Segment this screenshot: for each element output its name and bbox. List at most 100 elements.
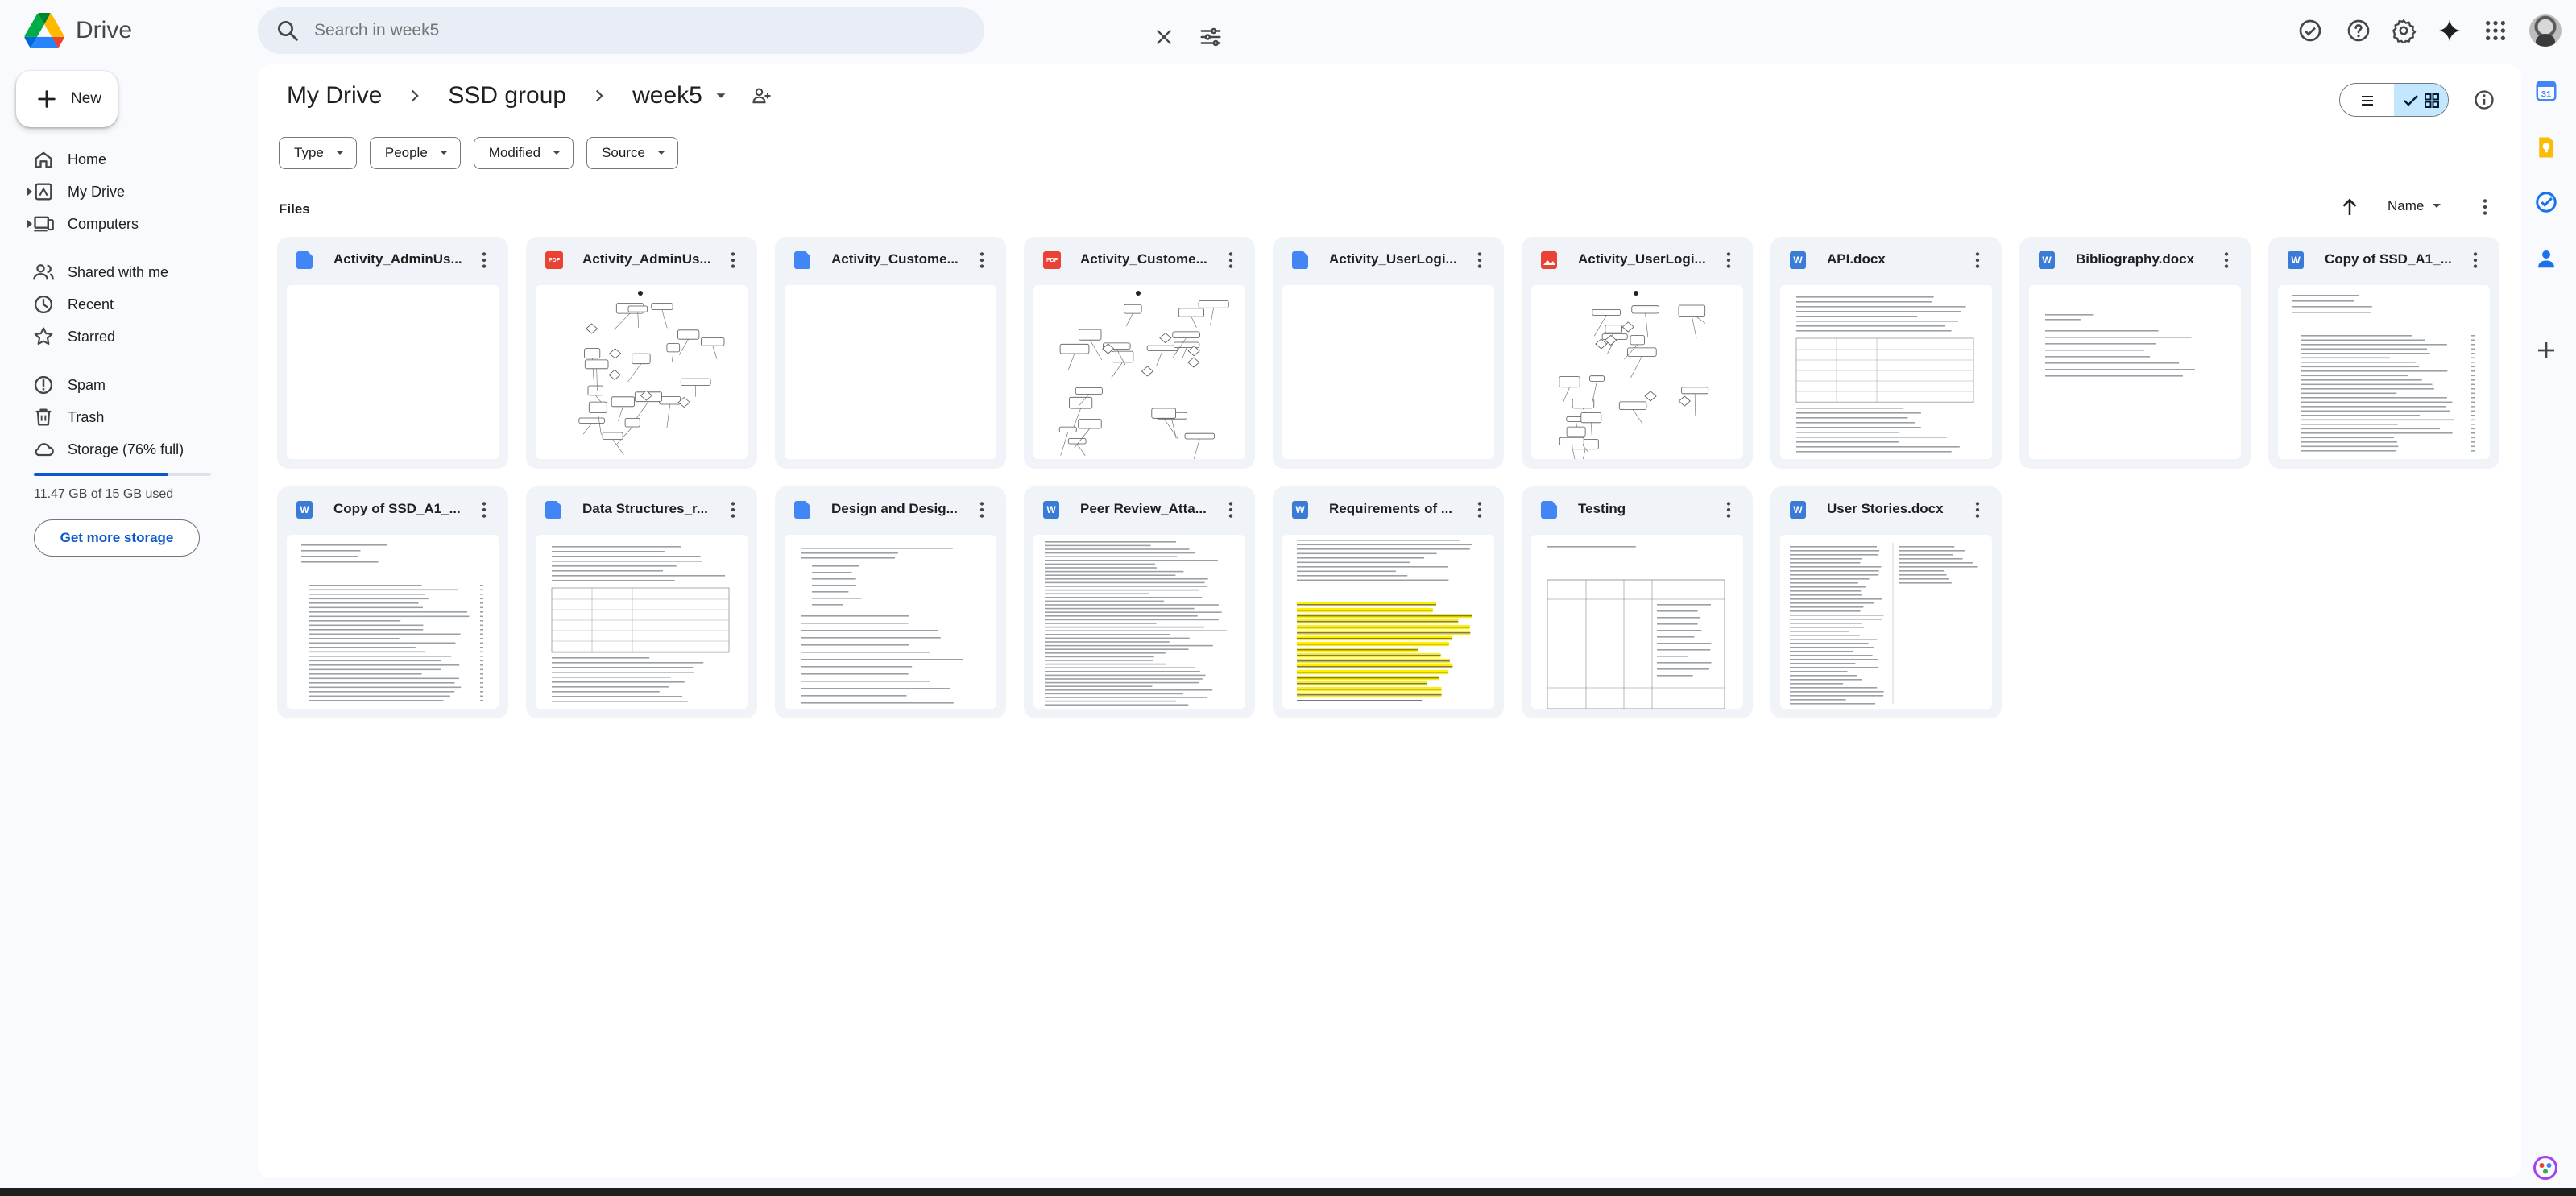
- add-addon-icon[interactable]: [2534, 338, 2558, 362]
- file-thumbnail[interactable]: [1531, 285, 1743, 459]
- more-vertical-icon[interactable]: [1469, 499, 1490, 520]
- file-card[interactable]: W API.docx: [1770, 237, 2002, 469]
- file-thumbnail[interactable]: [287, 285, 499, 459]
- new-button[interactable]: New: [16, 71, 118, 127]
- apps-grid-icon[interactable]: [2483, 18, 2508, 43]
- more-vertical-icon[interactable]: [971, 499, 992, 520]
- drive-logo[interactable]: Drive: [24, 13, 132, 48]
- settings-icon[interactable]: [2391, 18, 2417, 43]
- filter-modified[interactable]: Modified: [473, 137, 574, 169]
- file-card[interactable]: W User Stories.docx: [1770, 486, 2002, 718]
- keep-icon[interactable]: [2534, 135, 2558, 159]
- sidebar-item-trash[interactable]: Trash: [0, 401, 250, 433]
- file-thumbnail[interactable]: [536, 535, 748, 709]
- breadcrumb-ssd-group[interactable]: SSD group: [440, 82, 574, 110]
- more-vertical-icon[interactable]: [1220, 499, 1241, 520]
- help-icon[interactable]: [2346, 18, 2371, 43]
- more-vertical-icon[interactable]: [723, 499, 743, 520]
- more-vertical-icon[interactable]: [474, 499, 495, 520]
- file-card[interactable]: PDF Activity_AdminUs...: [526, 237, 757, 469]
- search-bar[interactable]: [258, 7, 1221, 54]
- sidebar-item-computers[interactable]: Computers: [0, 208, 250, 240]
- share-folder-icon[interactable]: [751, 85, 773, 107]
- sidebar-item-shared-with-me[interactable]: Shared with me: [0, 256, 250, 288]
- word-file-icon: W: [1790, 251, 1806, 269]
- file-card[interactable]: PDF Activity_Custome...: [1024, 237, 1255, 469]
- info-icon[interactable]: [2473, 89, 2495, 111]
- breadcrumb-week5[interactable]: week5: [624, 82, 710, 110]
- offline-status-icon[interactable]: [2297, 18, 2323, 43]
- file-card[interactable]: W Peer Review_Atta...: [1024, 486, 1255, 718]
- file-card-header: Activity_AdminUs...: [277, 237, 508, 283]
- file-card[interactable]: Testing: [1522, 486, 1753, 718]
- sort-by-button[interactable]: Name: [2388, 198, 2441, 214]
- file-thumbnail[interactable]: [1282, 535, 1494, 709]
- sidebar-item-my-drive[interactable]: My Drive: [0, 176, 250, 208]
- file-card[interactable]: W Bibliography.docx: [2019, 237, 2251, 469]
- filter-type[interactable]: Type: [279, 137, 357, 169]
- file-thumbnail[interactable]: [1282, 285, 1494, 459]
- view-toggle[interactable]: [2339, 83, 2449, 117]
- file-card[interactable]: Design and Desig...: [775, 486, 1006, 718]
- filter-people[interactable]: People: [369, 137, 461, 169]
- ai-assistant-icon[interactable]: [2531, 1153, 2560, 1182]
- file-card[interactable]: Activity_UserLogi...: [1522, 237, 1753, 469]
- more-vertical-icon[interactable]: [1967, 499, 1988, 520]
- file-preview: [2045, 314, 2195, 377]
- files-section-title: Files: [279, 201, 310, 217]
- search-icon[interactable]: [275, 19, 300, 43]
- file-thumbnail[interactable]: [1780, 285, 1992, 459]
- more-vertical-icon[interactable]: [2216, 250, 2237, 271]
- more-vertical-icon[interactable]: [971, 250, 992, 271]
- file-thumbnail[interactable]: [1531, 535, 1743, 709]
- file-card[interactable]: W Copy of SSD_A1_...: [2268, 237, 2499, 469]
- search-options-icon[interactable]: [1199, 25, 1223, 49]
- file-card[interactable]: W Requirements of ...: [1273, 486, 1504, 718]
- sidebar-item-starred[interactable]: Starred: [0, 321, 250, 353]
- more-vertical-icon[interactable]: [1469, 250, 1490, 271]
- more-vertical-icon[interactable]: [1718, 499, 1739, 520]
- gemini-icon[interactable]: [2437, 18, 2462, 43]
- sidebar-item-recent[interactable]: Recent: [0, 288, 250, 321]
- sidebar-item-spam[interactable]: Spam: [0, 369, 250, 401]
- drive-logo-icon: [24, 13, 64, 48]
- word-file-icon: W: [1790, 501, 1806, 519]
- file-thumbnail[interactable]: [785, 285, 996, 459]
- sidebar-item-home[interactable]: Home: [0, 143, 250, 176]
- file-thumbnail[interactable]: [287, 535, 499, 709]
- pdf-file-icon: PDF: [1043, 251, 1061, 269]
- tasks-icon[interactable]: [2534, 190, 2558, 214]
- contacts-icon[interactable]: [2534, 246, 2558, 271]
- more-vertical-icon[interactable]: [1967, 250, 1988, 271]
- file-card[interactable]: Activity_AdminUs...: [277, 237, 508, 469]
- file-card[interactable]: W Copy of SSD_A1_...: [277, 486, 508, 718]
- more-vertical-icon[interactable]: [723, 250, 743, 271]
- close-icon[interactable]: [1153, 27, 1174, 48]
- more-vertical-icon[interactable]: [474, 250, 495, 271]
- calendar-icon[interactable]: 31: [2534, 79, 2558, 103]
- file-thumbnail[interactable]: [2029, 285, 2241, 459]
- folder-menu-caret-icon[interactable]: [712, 87, 730, 105]
- file-thumbnail[interactable]: [1033, 285, 1245, 459]
- grid-view-button[interactable]: [2394, 84, 2448, 116]
- more-vertical-icon[interactable]: [1718, 250, 1739, 271]
- account-avatar[interactable]: [2529, 14, 2562, 47]
- search-input[interactable]: [314, 18, 878, 43]
- more-vertical-icon[interactable]: [2475, 197, 2495, 217]
- file-thumbnail[interactable]: [1033, 535, 1245, 709]
- get-more-storage-button[interactable]: Get more storage: [34, 519, 200, 557]
- file-thumbnail[interactable]: [1780, 535, 1992, 709]
- breadcrumb-my-drive[interactable]: My Drive: [279, 82, 390, 110]
- more-vertical-icon[interactable]: [2465, 250, 2486, 271]
- more-vertical-icon[interactable]: [1220, 250, 1241, 271]
- file-thumbnail[interactable]: [536, 285, 748, 459]
- file-card[interactable]: Activity_Custome...: [775, 237, 1006, 469]
- file-card[interactable]: Activity_UserLogi...: [1273, 237, 1504, 469]
- list-view-button[interactable]: [2340, 84, 2394, 116]
- file-thumbnail[interactable]: [2278, 285, 2490, 459]
- file-thumbnail[interactable]: [785, 535, 996, 709]
- sort-direction-arrow-icon[interactable]: [2338, 195, 2362, 219]
- sidebar-item-storage[interactable]: Storage (76% full): [0, 433, 250, 466]
- filter-source[interactable]: Source: [586, 137, 678, 169]
- file-card[interactable]: Data Structures_r...: [526, 486, 757, 718]
